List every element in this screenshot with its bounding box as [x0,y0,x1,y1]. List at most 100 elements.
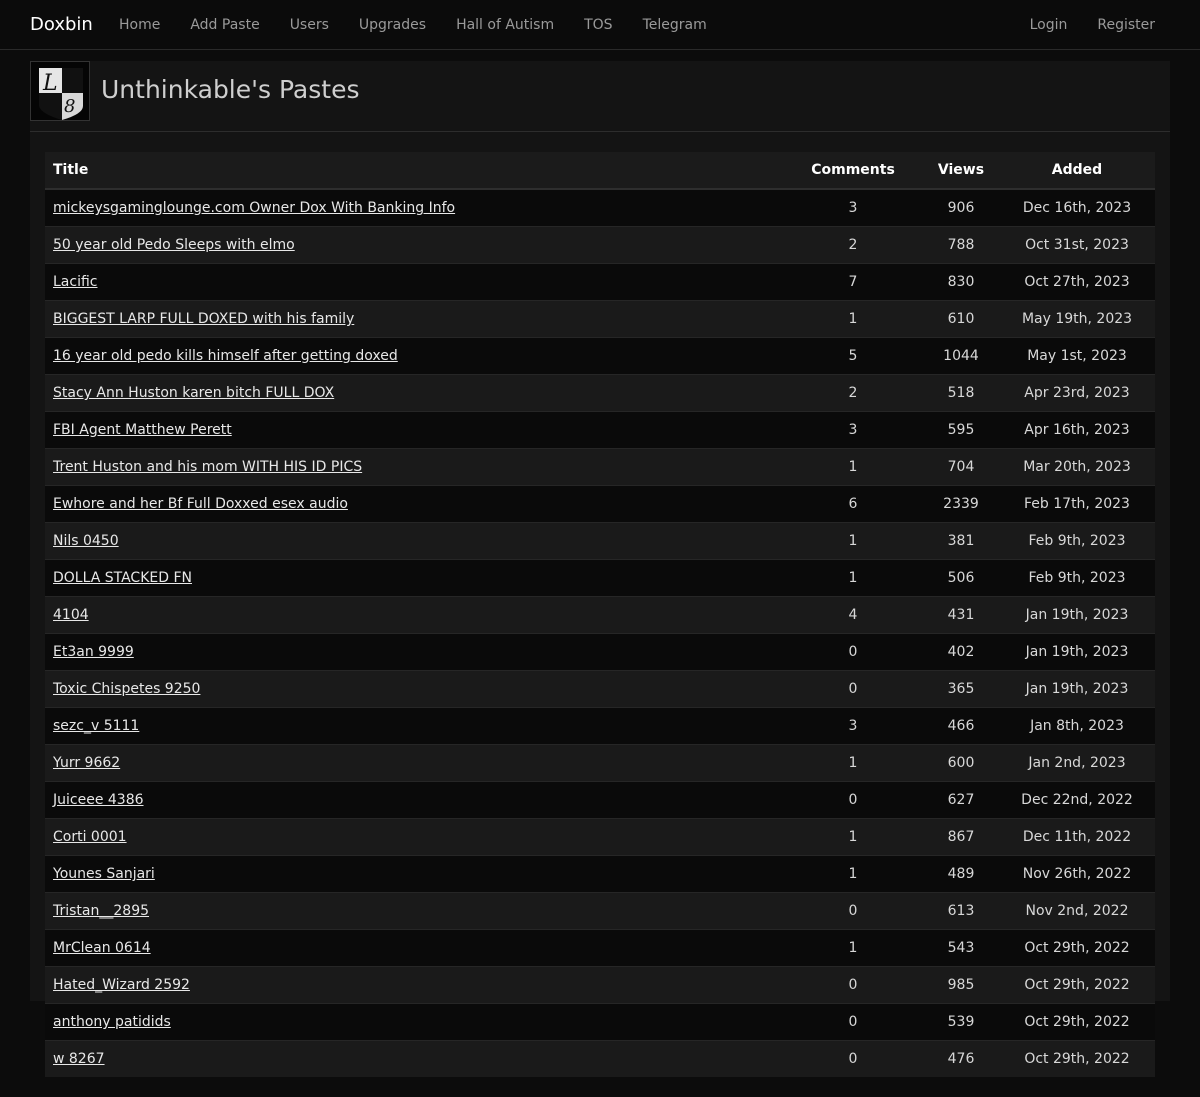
paste-title-link[interactable]: anthony patidids [53,1014,171,1030]
nav-tos-link[interactable]: TOS [569,17,627,33]
paste-title-link[interactable]: Et3an 9999 [53,644,134,660]
nav-add-paste-link[interactable]: Add Paste [175,17,274,33]
paste-title-cell: Yurr 9662 [45,744,783,782]
paste-title-cell: Trent Huston and his mom WITH HIS ID PIC… [45,448,783,486]
column-header-comments[interactable]: Comments [783,152,923,190]
paste-title-cell: 4104 [45,596,783,634]
added-date: Feb 17th, 2023 [999,485,1155,523]
paste-title-link[interactable]: 4104 [53,607,89,623]
paste-title-link[interactable]: 50 year old Pedo Sleeps with elmo [53,237,295,253]
paste-title-link[interactable]: DOLLA STACKED FN [53,570,192,586]
paste-title-cell: Et3an 9999 [45,633,783,671]
table-row: Nils 0450 1 381 Feb 9th, 2023 [45,522,1155,560]
paste-title-cell: Nils 0450 [45,522,783,560]
login-link[interactable]: Login [1015,17,1083,33]
views-count: 402 [923,633,999,671]
paste-title-link[interactable]: Lacific [53,274,97,290]
paste-title-link[interactable]: Younes Sanjari [53,866,155,882]
added-date: Jan 19th, 2023 [999,670,1155,708]
paste-title-link[interactable]: Hated_Wizard 2592 [53,977,190,993]
added-date: Feb 9th, 2023 [999,522,1155,560]
added-date: Oct 29th, 2022 [999,929,1155,967]
added-date: Oct 27th, 2023 [999,263,1155,301]
paste-title-link[interactable]: mickeysgaminglounge.com Owner Dox With B… [53,200,455,216]
comments-count: 3 [783,707,923,745]
added-date: Oct 29th, 2022 [999,1040,1155,1077]
table-row: Et3an 9999 0 402 Jan 19th, 2023 [45,633,1155,671]
comments-count: 5 [783,337,923,375]
added-date: Apr 16th, 2023 [999,411,1155,449]
table-row: Juiceee 4386 0 627 Dec 22nd, 2022 [45,781,1155,819]
paste-title-link[interactable]: Toxic Chispetes 9250 [53,681,200,697]
paste-title-link[interactable]: w 8267 [53,1051,105,1067]
comments-count: 1 [783,300,923,338]
table-row: Trent Huston and his mom WITH HIS ID PIC… [45,448,1155,486]
paste-title-cell: Corti 0001 [45,818,783,856]
paste-title-cell: anthony patidids [45,1003,783,1041]
nav-home-link[interactable]: Home [104,17,175,33]
added-date: Jan 19th, 2023 [999,633,1155,671]
nav-telegram-link[interactable]: Telegram [628,17,722,33]
views-count: 365 [923,670,999,708]
paste-title-link[interactable]: Tristan__2895 [53,903,149,919]
paste-title-link[interactable]: Corti 0001 [53,829,127,845]
views-count: 830 [923,263,999,301]
paste-title-cell: Stacy Ann Huston karen bitch FULL DOX [45,374,783,412]
paste-title-link[interactable]: BIGGEST LARP FULL DOXED with his family [53,311,354,327]
table-row: mickeysgaminglounge.com Owner Dox With B… [45,188,1155,227]
table-row: 16 year old pedo kills himself after get… [45,337,1155,375]
paste-title-link[interactable]: Trent Huston and his mom WITH HIS ID PIC… [53,459,362,475]
paste-title-cell: Juiceee 4386 [45,781,783,819]
paste-title-link[interactable]: Stacy Ann Huston karen bitch FULL DOX [53,385,334,401]
comments-count: 0 [783,781,923,819]
added-date: Nov 2nd, 2022 [999,892,1155,930]
paste-title-link[interactable]: sezc_v 5111 [53,718,139,734]
comments-count: 1 [783,448,923,486]
nav-upgrades-link[interactable]: Upgrades [344,17,441,33]
brand-logo-link[interactable]: Doxbin [30,14,93,35]
added-date: Apr 23rd, 2023 [999,374,1155,412]
nav-users-link[interactable]: Users [275,17,344,33]
views-count: 506 [923,559,999,597]
paste-title-link[interactable]: Juiceee 4386 [53,792,144,808]
paste-title-cell: mickeysgaminglounge.com Owner Dox With B… [45,188,783,227]
comments-count: 4 [783,596,923,634]
paste-title-cell: Ewhore and her Bf Full Doxxed esex audio [45,485,783,523]
views-count: 381 [923,522,999,560]
paste-title-cell: 16 year old pedo kills himself after get… [45,337,783,375]
table-row: 50 year old Pedo Sleeps with elmo 2 788 … [45,226,1155,264]
paste-title-link[interactable]: FBI Agent Matthew Perett [53,422,232,438]
register-link[interactable]: Register [1082,17,1170,33]
added-date: Jan 2nd, 2023 [999,744,1155,782]
comments-count: 0 [783,1040,923,1077]
paste-title-link[interactable]: 16 year old pedo kills himself after get… [53,348,398,364]
paste-title-link[interactable]: Yurr 9662 [53,755,120,771]
added-date: Oct 29th, 2022 [999,1003,1155,1041]
added-date: Dec 16th, 2023 [999,188,1155,227]
comments-count: 2 [783,374,923,412]
column-header-added[interactable]: Added [999,152,1155,190]
table-row: Stacy Ann Huston karen bitch FULL DOX 2 … [45,374,1155,412]
table-header-row: Title Comments Views Added [45,152,1155,190]
nav-hall-of-autism-link[interactable]: Hall of Autism [441,17,569,33]
views-count: 613 [923,892,999,930]
views-count: 610 [923,300,999,338]
paste-title-link[interactable]: Nils 0450 [53,533,119,549]
profile-header: L 8 Unthinkable's Pastes [30,61,1170,132]
paste-title-cell: sezc_v 5111 [45,707,783,745]
paste-title-cell: Hated_Wizard 2592 [45,966,783,1004]
paste-title-cell: Lacific [45,263,783,301]
added-date: Jan 8th, 2023 [999,707,1155,745]
column-header-title[interactable]: Title [45,152,783,190]
paste-title-link[interactable]: Ewhore and her Bf Full Doxxed esex audio [53,496,348,512]
views-count: 2339 [923,485,999,523]
views-count: 543 [923,929,999,967]
comments-count: 6 [783,485,923,523]
added-date: May 19th, 2023 [999,300,1155,338]
comments-count: 1 [783,818,923,856]
paste-title-link[interactable]: MrClean 0614 [53,940,151,956]
comments-count: 0 [783,1003,923,1041]
column-header-views[interactable]: Views [923,152,999,190]
views-count: 1044 [923,337,999,375]
nav-right-links: Login Register [1015,0,1170,50]
